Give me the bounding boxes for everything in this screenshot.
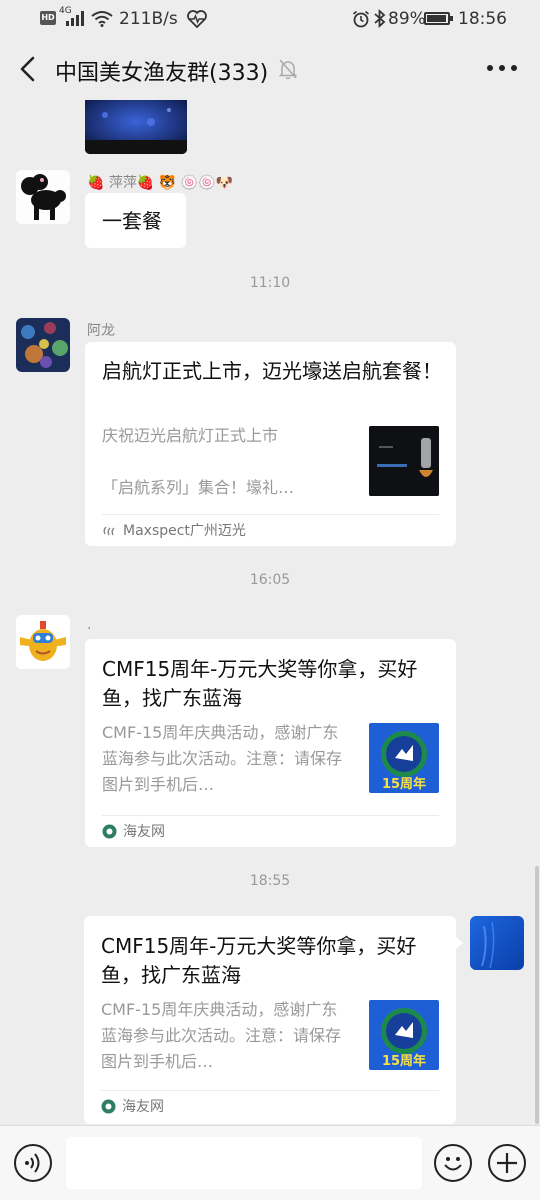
sender-name: 阿龙	[87, 323, 115, 339]
chat-header: 中国美女渔友群(333)	[0, 38, 540, 100]
card-divider	[102, 514, 439, 515]
card-title: 启航灯正式上市，迈光壕送启航套餐！	[102, 359, 442, 383]
cellular-signal-icon	[66, 11, 84, 26]
card-thumbnail	[369, 426, 439, 496]
text-bubble[interactable]: 一套餐	[85, 193, 186, 248]
battery-icon	[424, 12, 453, 25]
plus-icon	[497, 1153, 517, 1173]
voice-wave-icon	[25, 1153, 40, 1173]
mini-program-icon	[103, 525, 115, 535]
link-card-maxspect[interactable]: 启航灯正式上市，迈光壕送启航套餐！ 庆祝迈光启航灯正式上市 「启航系列」集合！壕…	[85, 342, 456, 546]
reef-avatar-image	[16, 318, 70, 372]
card-source: Maxspect广州迈光	[102, 520, 246, 540]
haiyou-logo-icon	[101, 1099, 116, 1113]
scrollbar[interactable]	[535, 866, 539, 1124]
poodle-avatar-image	[16, 170, 70, 224]
bubble-tail	[455, 936, 463, 950]
card-source: 海友网	[101, 1096, 164, 1116]
back-arrow-icon[interactable]	[16, 54, 40, 84]
avatar-pingping[interactable]	[16, 170, 70, 224]
more-options-icon[interactable]	[486, 58, 518, 78]
blue-aquarium-avatar-image	[470, 916, 524, 970]
net-speed: 211B/s	[119, 9, 178, 29]
wifi-icon	[91, 11, 113, 27]
avatar-dot[interactable]	[16, 615, 70, 669]
status-bar: HD 4G 211B/s 89% 18:56	[0, 0, 540, 38]
bluetooth-icon	[374, 9, 386, 28]
source-name: Maxspect广州迈光	[123, 523, 246, 539]
chat-title: 中国美女渔友群(333)	[55, 61, 269, 86]
card-thumbnail: 15周年	[369, 1000, 439, 1070]
hd-badge: HD	[40, 11, 56, 25]
smiley-icon	[444, 1157, 462, 1171]
sender-name: 🍓 萍萍🍓 🐯 🍥🍥🐶	[87, 175, 233, 191]
timestamp: 18:55	[249, 873, 291, 889]
avatar-self[interactable]	[470, 916, 524, 970]
battery-percent: 89%	[388, 9, 426, 29]
message-input[interactable]	[66, 1137, 422, 1189]
timestamp: 11:10	[249, 275, 291, 291]
haiyou-logo-icon	[102, 824, 117, 838]
input-bar	[0, 1125, 540, 1200]
source-name: 海友网	[122, 1099, 164, 1115]
card-thumbnail: 15周年	[369, 723, 439, 793]
aquarium-photo	[85, 100, 187, 154]
card-title: CMF15周年-万元大奖等你拿，买好鱼，找广东蓝海	[102, 657, 418, 710]
alarm-icon	[352, 10, 370, 28]
card-description: 庆祝迈光启航灯正式上市 「启航系列」集合！壕礼…	[102, 426, 295, 497]
clock: 18:56	[458, 9, 507, 29]
source-name: 海友网	[123, 824, 165, 840]
avatar-along[interactable]	[16, 318, 70, 372]
chat-scroll-area[interactable]: 🍓 萍萍🍓 🐯 🍥🍥🐶 一套餐 11:10 阿龙 启航灯正式上市，迈光壕送启航套…	[0, 100, 540, 1125]
sender-name: .	[87, 617, 92, 633]
message-text: 一套餐	[102, 209, 162, 233]
link-card-cmf-sent[interactable]: CMF15周年-万元大奖等你拿，买好鱼，找广东蓝海 CMF-15周年庆典活动，感…	[84, 916, 456, 1124]
voice-input-button[interactable]	[14, 1144, 52, 1182]
more-functions-button[interactable]	[488, 1144, 526, 1182]
emoji-button[interactable]	[434, 1144, 472, 1182]
card-divider	[102, 815, 439, 816]
health-heart-icon	[187, 10, 207, 28]
card-description: CMF-15周年庆典活动，感谢广东蓝海参与此次活动。注意：请保存图片到手机后…	[101, 1000, 342, 1071]
card-divider	[101, 1090, 439, 1091]
card-description: CMF-15周年庆典活动，感谢广东蓝海参与此次活动。注意：请保存图片到手机后…	[102, 723, 343, 794]
card-title: CMF15周年-万元大奖等你拿，买好鱼，找广东蓝海	[101, 934, 417, 987]
thumb-badge-text: 15周年	[381, 777, 427, 792]
timestamp: 16:05	[249, 572, 291, 588]
card-source: 海友网	[102, 821, 165, 841]
cartoon-plane-avatar-image	[16, 615, 70, 669]
mute-bell-icon	[278, 59, 298, 80]
thumb-badge-text: 15周年	[381, 1054, 427, 1069]
image-message[interactable]	[85, 100, 187, 154]
link-card-cmf[interactable]: CMF15周年-万元大奖等你拿，买好鱼，找广东蓝海 CMF-15周年庆典活动，感…	[85, 639, 456, 847]
